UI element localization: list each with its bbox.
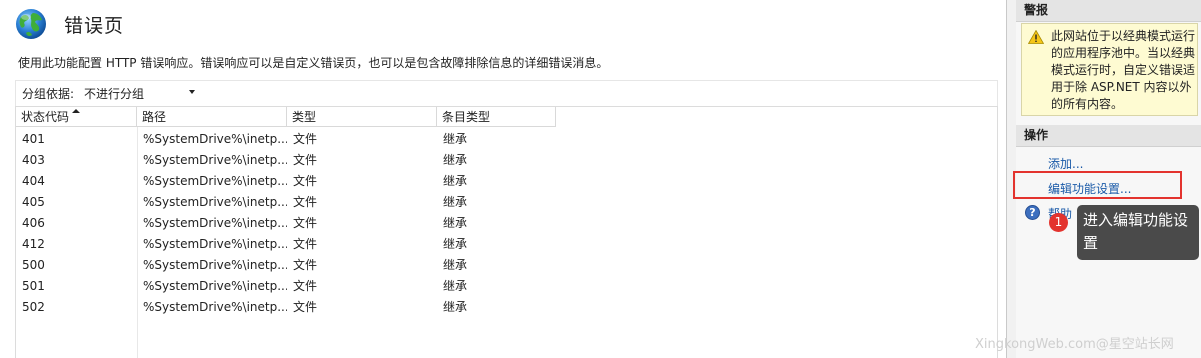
cell-status-code: 401 (22, 131, 45, 146)
group-by-toolbar: 分组依据: 不进行分组 (15, 80, 998, 106)
highlight-box (1013, 171, 1182, 199)
cell-entry-type: 继承 (443, 174, 468, 188)
add-link[interactable]: 添加... (1048, 155, 1083, 172)
cell-type: 文件 (293, 237, 318, 251)
chevron-down-icon (189, 89, 196, 94)
cell-path: %SystemDrive%\inetp... (143, 194, 287, 209)
cell-status-code: 502 (22, 299, 45, 314)
group-by-dropdown[interactable]: 不进行分组 (84, 84, 197, 104)
cell-path: %SystemDrive%\inetp... (143, 236, 287, 251)
alert-message: 此网站位于以经典模式运行的应用程序池中。当以经典模式运行时，自定义错误适用于除 … (1051, 29, 1196, 111)
cell-path: %SystemDrive%\inetp... (143, 131, 287, 146)
warning-icon (1028, 30, 1044, 44)
cell-type: 文件 (293, 216, 318, 230)
cell-status-code: 405 (22, 194, 45, 209)
table-row[interactable]: 403 %SystemDrive%\inetp... 文件 继承 (16, 149, 556, 170)
cell-entry-type: 继承 (443, 153, 468, 167)
page-header: 错误页 (14, 6, 124, 42)
alert-box: 此网站位于以经典模式运行的应用程序池中。当以经典模式运行时，自定义错误适用于除 … (1021, 23, 1198, 116)
help-icon[interactable]: ? (1025, 205, 1040, 220)
step-badge: 1 (1049, 213, 1068, 232)
page-title: 错误页 (64, 14, 125, 37)
cell-status-code: 500 (22, 257, 45, 272)
column-header-entry-type[interactable]: 条目类型 (437, 107, 556, 127)
column-header-status-code[interactable]: 状态代码 (16, 107, 137, 127)
page-description: 使用此功能配置 HTTP 错误响应。错误响应可以是自定义错误页，也可以是包含故障… (18, 56, 609, 70)
cell-status-code: 403 (22, 152, 45, 167)
cell-type: 文件 (293, 174, 318, 188)
group-by-label: 分组依据: (22, 87, 75, 101)
sort-ascending-icon (72, 109, 80, 113)
cell-path: %SystemDrive%\inetp... (143, 278, 287, 293)
cell-entry-type: 继承 (443, 279, 468, 293)
main-pane: 错误页 使用此功能配置 HTTP 错误响应。错误响应可以是自定义错误页，也可以是… (0, 0, 1006, 358)
table-row[interactable]: 501 %SystemDrive%\inetp... 文件 继承 (16, 275, 556, 296)
cell-entry-type: 继承 (443, 258, 468, 272)
globe-icon (16, 9, 46, 39)
cell-entry-type: 继承 (443, 216, 468, 230)
cell-type: 文件 (293, 258, 318, 272)
cell-path: %SystemDrive%\inetp... (143, 173, 287, 188)
cell-status-code: 501 (22, 278, 45, 293)
annotation-tooltip: 进入编辑功能设置 (1077, 205, 1199, 260)
alerts-header: 警报 (1016, 0, 1201, 22)
table-row[interactable]: 500 %SystemDrive%\inetp... 文件 继承 (16, 254, 556, 275)
cell-path: %SystemDrive%\inetp... (143, 257, 287, 272)
cell-entry-type: 继承 (443, 195, 468, 209)
cell-path: %SystemDrive%\inetp... (143, 215, 287, 230)
cell-status-code: 406 (22, 215, 45, 230)
table-row[interactable]: 405 %SystemDrive%\inetp... 文件 继承 (16, 191, 556, 212)
table-header: 状态代码 路径 类型 条目类型 (16, 107, 556, 127)
cell-entry-type: 继承 (443, 132, 468, 146)
table-row[interactable]: 502 %SystemDrive%\inetp... 文件 继承 (16, 296, 556, 317)
group-by-value: 不进行分组 (84, 87, 145, 101)
table-body: 401 %SystemDrive%\inetp... 文件 继承 403 %Sy… (16, 128, 556, 317)
table-row[interactable]: 406 %SystemDrive%\inetp... 文件 继承 (16, 212, 556, 233)
cell-path: %SystemDrive%\inetp... (143, 152, 287, 167)
table-row[interactable]: 401 %SystemDrive%\inetp... 文件 继承 (16, 128, 556, 149)
column-header-type[interactable]: 类型 (287, 107, 437, 127)
cell-type: 文件 (293, 300, 318, 314)
cell-type: 文件 (293, 132, 318, 146)
cell-path: %SystemDrive%\inetp... (143, 299, 287, 314)
cell-type: 文件 (293, 195, 318, 209)
error-pages-table: 状态代码 路径 类型 条目类型 401 %SystemDrive%\inetp.… (15, 106, 998, 358)
watermark: XingkongWeb.com@星空站长网 (975, 337, 1174, 352)
table-row[interactable]: 412 %SystemDrive%\inetp... 文件 继承 (16, 233, 556, 254)
cell-status-code: 412 (22, 236, 45, 251)
table-row[interactable]: 404 %SystemDrive%\inetp... 文件 继承 (16, 170, 556, 191)
cell-type: 文件 (293, 279, 318, 293)
cell-entry-type: 继承 (443, 237, 468, 251)
cell-type: 文件 (293, 153, 318, 167)
cell-entry-type: 继承 (443, 300, 468, 314)
column-header-path[interactable]: 路径 (137, 107, 287, 127)
actions-header: 操作 (1016, 125, 1201, 147)
cell-status-code: 404 (22, 173, 45, 188)
